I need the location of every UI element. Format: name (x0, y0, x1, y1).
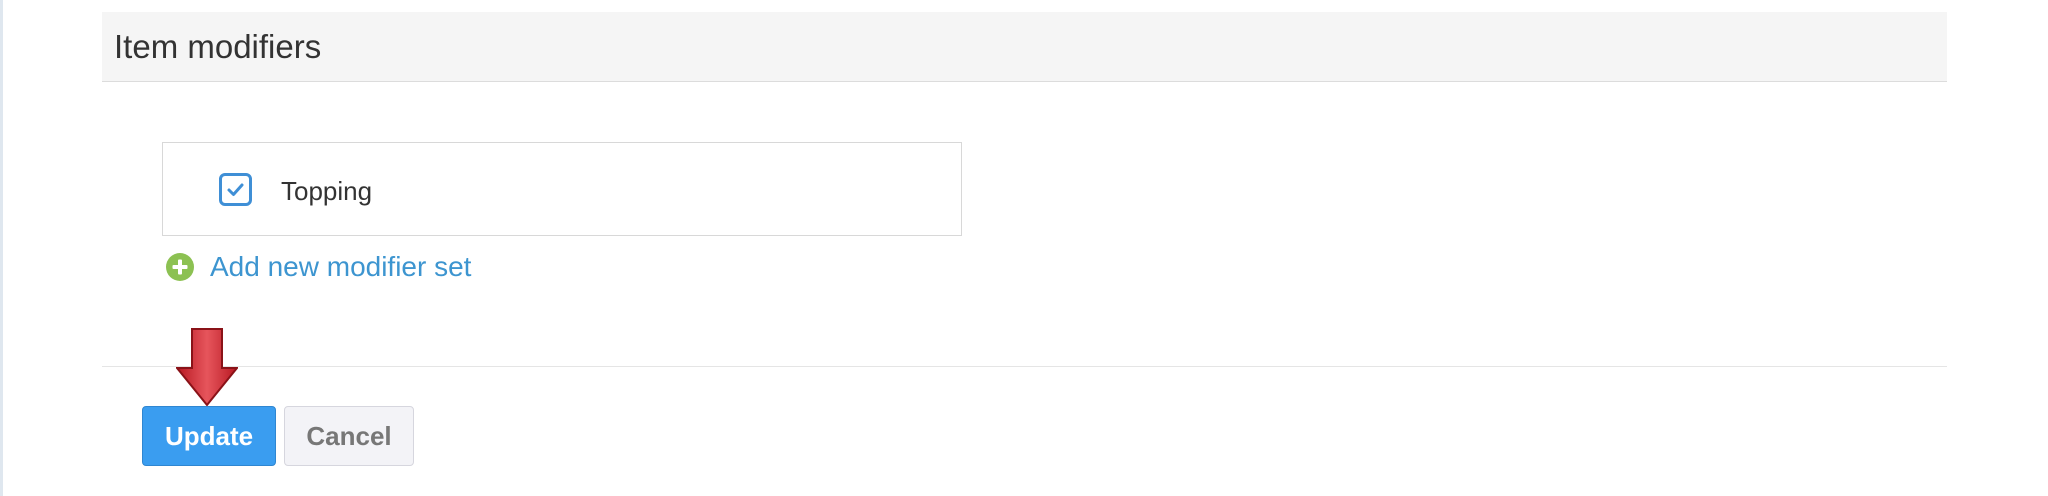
add-new-modifier-set-label[interactable]: Add new modifier set (210, 250, 471, 284)
red-down-arrow-icon (176, 328, 238, 406)
plus-circle-icon (166, 253, 194, 281)
checkmark-icon (227, 183, 244, 196)
modifier-set-label[interactable]: Topping (281, 176, 372, 206)
cancel-button[interactable]: Cancel (284, 406, 414, 466)
modifier-set-checkbox[interactable] (219, 173, 252, 206)
section-title: Item modifiers (114, 28, 322, 65)
left-edge-border (0, 0, 3, 496)
update-button[interactable]: Update (142, 406, 276, 466)
modifier-set-list: Topping (162, 142, 962, 236)
section-header: Item modifiers (102, 12, 1947, 82)
form-actions-divider (102, 366, 1947, 367)
add-new-modifier-set-link[interactable]: Add new modifier set (166, 250, 471, 284)
item-modifiers-page: Item modifiers Topping Add new modifier … (0, 0, 2048, 496)
